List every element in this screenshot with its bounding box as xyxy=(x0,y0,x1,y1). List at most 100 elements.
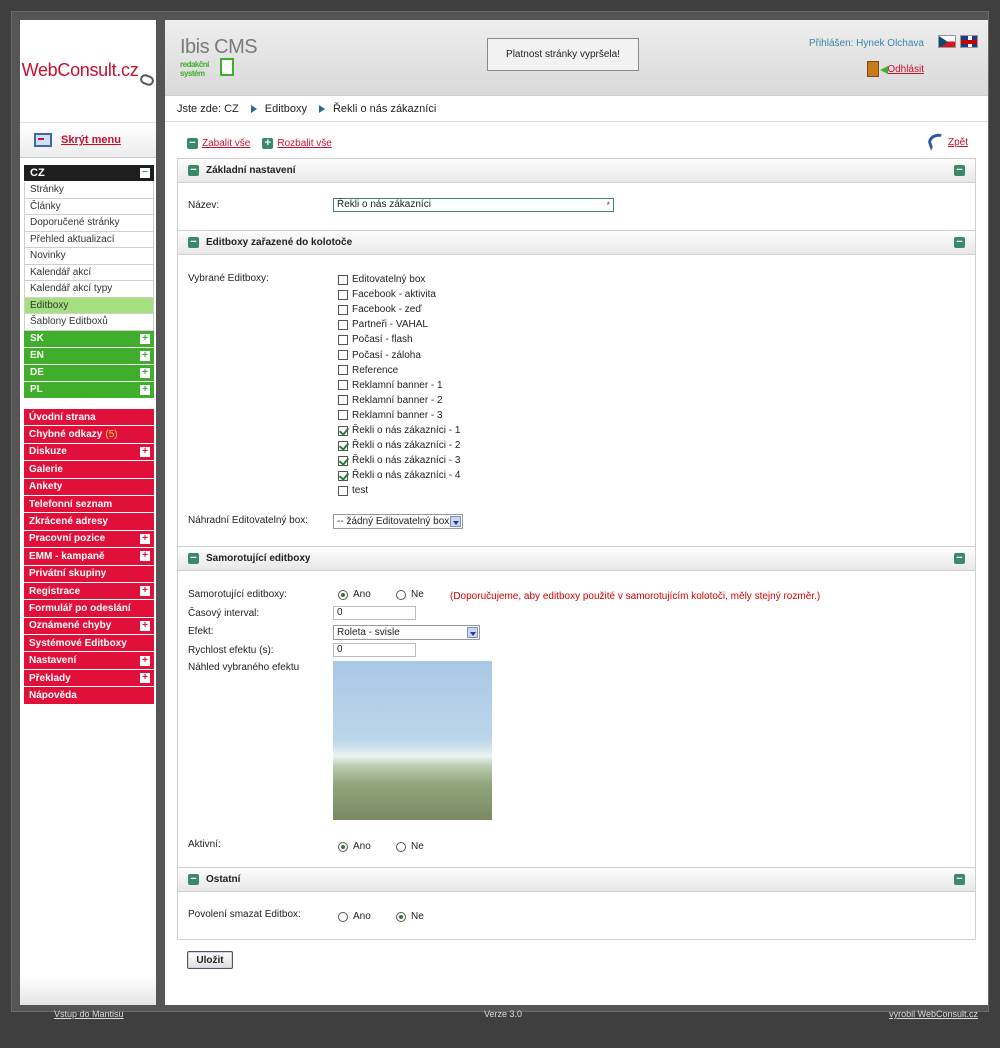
menu-item[interactable]: Úvodní strana xyxy=(24,409,154,427)
sidebar-item[interactable]: Kalendář akcí xyxy=(24,264,154,281)
minus-icon[interactable]: − xyxy=(954,165,965,176)
plus-icon[interactable]: + xyxy=(140,446,150,457)
minus-icon[interactable]: − xyxy=(188,553,199,564)
sidebar-item[interactable]: Přehled aktualizací xyxy=(24,231,154,248)
breadcrumb-item[interactable]: CZ xyxy=(224,103,239,115)
checkbox-icon[interactable] xyxy=(338,380,348,391)
menu-item[interactable]: Diskuze + xyxy=(24,443,154,462)
menu-item[interactable]: Formulář po odeslání xyxy=(24,600,154,618)
lang-header[interactable]: EN + xyxy=(24,347,154,365)
checkbox-icon[interactable] xyxy=(338,319,348,330)
expand-all-link[interactable]: Rozbalit vše xyxy=(277,138,331,149)
minus-icon[interactable]: − xyxy=(187,137,198,149)
menu-item[interactable]: Registrace + xyxy=(24,582,154,601)
minus-icon[interactable]: − xyxy=(188,165,199,176)
menu-item[interactable]: EMM - kampaně + xyxy=(24,548,154,566)
editbox-checkbox[interactable]: Řekli o nás zákazníci - 2 xyxy=(338,440,460,451)
sidebar-item[interactable]: Stránky xyxy=(24,182,154,199)
save-button[interactable]: Uložit xyxy=(187,951,233,969)
menu-item[interactable]: Privátní skupiny xyxy=(24,565,154,583)
editbox-checkbox[interactable]: Editovatelný box xyxy=(338,274,425,285)
lang-header[interactable]: DE + xyxy=(24,364,154,382)
plus-icon[interactable]: + xyxy=(262,137,274,149)
rotating-yes-radio[interactable]: Ano xyxy=(338,589,371,600)
sidebar-item[interactable]: Doporučené stránky xyxy=(24,215,154,232)
section-header[interactable]: − Ostatní − xyxy=(178,868,975,892)
checkbox-checked-icon[interactable] xyxy=(338,455,348,466)
checkbox-checked-icon[interactable] xyxy=(338,425,348,436)
checkbox-icon[interactable] xyxy=(338,410,348,421)
sidebar-item[interactable]: Kalendář akcí typy xyxy=(24,281,154,298)
flag-cz-icon[interactable] xyxy=(938,35,956,48)
sidebar-item[interactable]: Šablony Editboxů xyxy=(24,314,154,331)
plus-icon[interactable]: + xyxy=(140,384,150,395)
checkbox-icon[interactable] xyxy=(338,350,348,360)
section-header[interactable]: − Základní nastavení − xyxy=(178,159,975,183)
minus-icon[interactable]: − xyxy=(188,237,199,248)
speed-input[interactable]: 0 xyxy=(333,643,416,657)
chevron-down-icon[interactable] xyxy=(450,516,461,527)
checkbox-icon[interactable] xyxy=(338,304,348,315)
menu-item[interactable]: Překlady + xyxy=(24,669,154,688)
menu-item[interactable]: Nastavení + xyxy=(24,652,154,670)
menu-item[interactable]: Chybné odkazy (5) xyxy=(24,426,154,444)
effect-select[interactable]: Roleta - svisle xyxy=(333,625,480,640)
active-no-radio[interactable]: Ne xyxy=(396,841,424,852)
editbox-checkbox[interactable]: Facebook - zeď xyxy=(338,304,422,315)
fallback-select[interactable]: -- žádný Editovatelný box -- xyxy=(333,514,463,529)
checkbox-icon[interactable] xyxy=(338,395,348,406)
menu-item[interactable]: Nápověda xyxy=(24,687,154,705)
active-yes-radio[interactable]: Ano xyxy=(338,841,371,852)
plus-icon[interactable]: + xyxy=(140,533,150,544)
plus-icon[interactable]: + xyxy=(140,620,150,631)
plus-icon[interactable]: + xyxy=(140,333,150,344)
editbox-checkbox[interactable]: Reference xyxy=(338,365,398,376)
plus-icon[interactable]: + xyxy=(140,551,150,562)
minus-icon[interactable]: − xyxy=(954,874,965,885)
flag-en-icon[interactable] xyxy=(960,35,978,48)
plus-icon[interactable]: + xyxy=(140,673,150,684)
menu-item[interactable]: Systémové Editboxy xyxy=(24,635,154,653)
lang-header[interactable]: PL + xyxy=(24,381,154,399)
checkbox-icon[interactable] xyxy=(338,334,348,345)
chevron-down-icon[interactable] xyxy=(467,627,478,638)
editbox-checkbox[interactable]: test xyxy=(338,485,368,496)
sidebar-item[interactable]: Novinky xyxy=(24,248,154,265)
delete-yes-radio[interactable]: Ano xyxy=(338,911,371,922)
author-link[interactable]: vyrobil WebConsult.cz xyxy=(889,1009,978,1019)
editbox-checkbox[interactable]: Reklamní banner - 2 xyxy=(338,395,443,406)
radio-icon[interactable] xyxy=(396,589,406,600)
sidebar-item[interactable]: Editboxy xyxy=(24,297,154,314)
plus-icon[interactable]: + xyxy=(140,586,150,597)
menu-item[interactable]: Ankety xyxy=(24,478,154,496)
plus-icon[interactable]: + xyxy=(140,655,150,666)
radio-icon[interactable] xyxy=(396,841,406,852)
mantis-link[interactable]: Vstup do Mantisu xyxy=(54,1009,124,1019)
menu-item[interactable]: Galerie xyxy=(24,461,154,479)
plus-icon[interactable]: + xyxy=(140,367,150,378)
editbox-checkbox[interactable]: Partneři - VAHAL xyxy=(338,319,428,330)
breadcrumb-item[interactable]: Editboxy xyxy=(265,103,307,115)
menu-item[interactable]: Pracovní pozice + xyxy=(24,530,154,549)
delete-no-radio[interactable]: Ne xyxy=(396,911,424,922)
checkbox-icon[interactable] xyxy=(338,289,348,300)
editbox-checkbox[interactable]: Reklamní banner - 1 xyxy=(338,380,443,391)
editbox-checkbox[interactable]: Facebook - aktivita xyxy=(338,289,436,300)
logout-link[interactable]: Odhlásit xyxy=(887,64,924,75)
radio-checked-icon[interactable] xyxy=(338,841,348,852)
radio-icon[interactable] xyxy=(338,911,348,922)
back-link[interactable]: Zpět xyxy=(948,137,968,148)
editbox-checkbox[interactable]: Řekli o nás zákazníci - 4 xyxy=(338,470,460,481)
menu-item[interactable]: Zkrácené adresy xyxy=(24,513,154,531)
checkbox-icon[interactable] xyxy=(338,274,348,285)
lang-cz-header[interactable]: CZ − xyxy=(24,165,154,182)
menu-item[interactable]: Oznámené chyby + xyxy=(24,617,154,636)
checkbox-checked-icon[interactable] xyxy=(338,440,348,451)
collapse-all-link[interactable]: Zabalit vše xyxy=(202,138,250,149)
menu-item[interactable]: Telefonní seznam xyxy=(24,495,154,514)
radio-checked-icon[interactable] xyxy=(396,911,406,922)
interval-input[interactable]: 0 xyxy=(333,606,416,620)
hide-menu-link[interactable]: Skrýt menu xyxy=(61,134,121,146)
checkbox-icon[interactable] xyxy=(338,365,348,376)
plus-icon[interactable]: + xyxy=(140,350,150,361)
